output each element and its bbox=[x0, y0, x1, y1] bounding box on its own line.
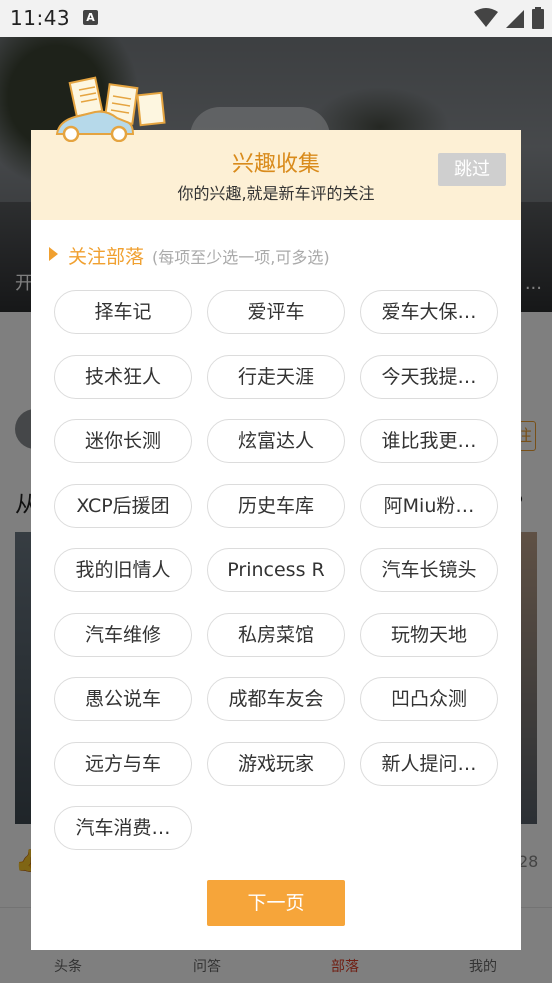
header-wave bbox=[31, 210, 521, 219]
next-page-button[interactable]: 下一页 bbox=[207, 880, 345, 926]
interest-tag[interactable]: 择车记 bbox=[54, 290, 192, 334]
status-bar: 11:43 A bbox=[0, 0, 552, 37]
interest-tag[interactable]: 游戏玩家 bbox=[207, 742, 345, 786]
interest-tag[interactable]: Princess R bbox=[207, 548, 345, 592]
interest-tag[interactable]: 技术狂人 bbox=[54, 355, 192, 399]
skip-button[interactable]: 跳过 bbox=[438, 153, 506, 186]
section-title: 关注部落 bbox=[68, 246, 145, 268]
interest-tag[interactable]: XCP后援团 bbox=[54, 484, 192, 528]
interest-dialog: 兴趣收集 你的兴趣,就是新车评的关注 跳过 关注部落 (每项至少选一项,可多选)… bbox=[31, 130, 521, 950]
interest-tag[interactable]: 汽车消费… bbox=[54, 806, 192, 850]
interest-tag[interactable]: 阿Miu粉… bbox=[360, 484, 498, 528]
interest-tag[interactable]: 汽车维修 bbox=[54, 613, 192, 657]
signal-icon bbox=[506, 10, 524, 28]
interest-tag[interactable]: 成都车友会 bbox=[207, 677, 345, 721]
car-documents-illustration bbox=[55, 76, 166, 142]
interest-tag[interactable]: 私房菜馆 bbox=[207, 613, 345, 657]
wifi-icon bbox=[474, 8, 498, 27]
interest-tag[interactable]: 远方与车 bbox=[54, 742, 192, 786]
interest-tag[interactable]: 爱评车 bbox=[207, 290, 345, 334]
interest-tag[interactable]: 今天我提… bbox=[360, 355, 498, 399]
interest-tag[interactable]: 谁比我更… bbox=[360, 419, 498, 463]
section-header: 关注部落 (每项至少选一项,可多选) bbox=[49, 242, 330, 269]
battery-icon bbox=[532, 7, 544, 29]
interest-tag[interactable]: 我的旧情人 bbox=[54, 548, 192, 592]
interest-tag[interactable]: 炫富达人 bbox=[207, 419, 345, 463]
interest-tag[interactable]: 行走天涯 bbox=[207, 355, 345, 399]
notification-a-icon: A bbox=[83, 10, 98, 25]
status-time: 11:43 bbox=[10, 6, 71, 30]
section-hint: (每项至少选一项,可多选) bbox=[152, 248, 330, 267]
interest-tag[interactable]: 历史车库 bbox=[207, 484, 345, 528]
interest-tag[interactable]: 玩物天地 bbox=[360, 613, 498, 657]
triangle-right-icon bbox=[49, 247, 58, 261]
interest-tag[interactable]: 凹凸众测 bbox=[360, 677, 498, 721]
interest-tag[interactable]: 愚公说车 bbox=[54, 677, 192, 721]
status-icons bbox=[474, 7, 544, 29]
interest-tag[interactable]: 迷你长测 bbox=[54, 419, 192, 463]
interest-tag[interactable]: 新人提问… bbox=[360, 742, 498, 786]
interest-tag[interactable]: 爱车大保… bbox=[360, 290, 498, 334]
interest-tag[interactable]: 汽车长镜头 bbox=[360, 548, 498, 592]
